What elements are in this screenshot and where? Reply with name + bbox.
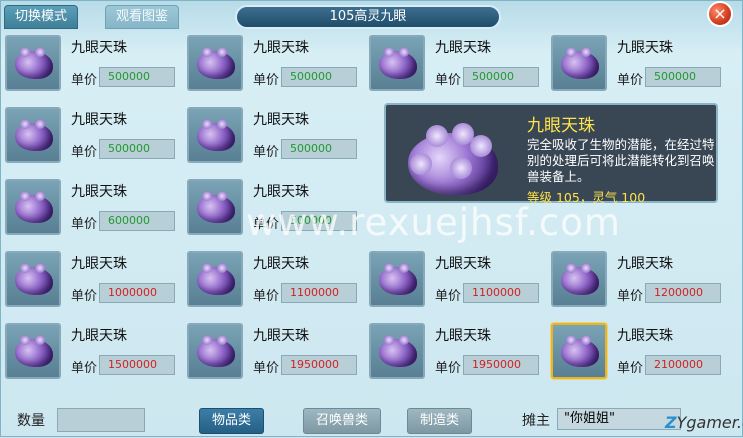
tooltip-description: 完全吸收了生物的潜能，在经过特别的处理后可将此潜能转化到召唤兽装备上。 [527, 137, 715, 184]
item-name: 九眼天珠 [253, 112, 309, 128]
nine-eye-bead-icon[interactable] [369, 251, 425, 307]
close-icon[interactable]: × [707, 1, 733, 27]
item-cell[interactable]: 九眼天珠单价 1950000 [369, 319, 545, 385]
item-tooltip: 九眼天珠 完全吸收了生物的潜能，在经过特别的处理后可将此潜能转化到召唤兽装备上。… [384, 103, 718, 205]
craft-category-button[interactable]: 制造类 [407, 408, 473, 434]
nine-eye-bead-icon[interactable] [5, 323, 61, 379]
price-label: 单价 [71, 73, 98, 88]
item-name: 九眼天珠 [435, 328, 491, 344]
items-category-button[interactable]: 物品类 [199, 408, 265, 434]
tab-switch-mode[interactable]: 切换模式 [4, 5, 79, 29]
price-label: 单价 [71, 217, 98, 232]
price-label: 单价 [253, 73, 280, 88]
stall-window: 切换模式 观看图鉴 105高灵九眼 × 九眼天珠 单价 500000 九眼天珠 单价 50… [0, 0, 743, 437]
tab-view-catalog[interactable]: 观看图鉴 [105, 5, 180, 29]
price-value: 1200000 [645, 283, 721, 303]
item-cell[interactable]: 九眼天珠单价 500000 [551, 31, 727, 97]
price-value: 1100000 [463, 283, 539, 303]
price-value: 500000 [463, 67, 539, 87]
price-label: 单价 [617, 289, 644, 304]
item-name: 九眼天珠 [617, 256, 673, 272]
item-cell[interactable]: 九眼天珠单价 1500000 [5, 319, 181, 385]
nine-eye-bead-icon[interactable] [5, 107, 61, 163]
tooltip-stats: 等级 105，灵气 100 [527, 190, 646, 205]
item-name: 九眼天珠 [435, 256, 491, 272]
price-value: 1950000 [281, 355, 357, 375]
price-value: 1500000 [99, 355, 175, 375]
seller-name-field: "你姐姐" [557, 408, 681, 430]
item-cell[interactable]: 九眼天珠单价 500000 [187, 103, 363, 169]
nine-eye-bead-icon[interactable] [369, 323, 425, 379]
price-label: 单价 [71, 145, 98, 160]
summon-category-button[interactable]: 召唤兽类 [303, 408, 382, 434]
watermark-text: www.rexuejhsf.com [246, 201, 621, 244]
price-value: 1000000 [99, 283, 175, 303]
logo-text: Ygamer.com [676, 413, 743, 432]
item-cell[interactable]: 九眼天珠单价 1100000 [187, 247, 363, 313]
nine-eye-bead-icon[interactable] [187, 35, 243, 91]
nine-eye-bead-icon[interactable] [369, 35, 425, 91]
logo-z: Z [665, 413, 677, 432]
nine-eye-bead-icon[interactable] [5, 179, 61, 235]
price-label: 单价 [71, 289, 98, 304]
price-label: 单价 [435, 73, 462, 88]
site-logo: ZYgamer.com [665, 413, 743, 432]
item-cell[interactable]: 九眼天珠单价 1950000 [187, 319, 363, 385]
item-cell[interactable]: 九眼天珠单价 600000 [5, 175, 181, 241]
nine-eye-bead-icon[interactable] [5, 251, 61, 307]
item-cell[interactable]: 九眼天珠单价 2100000 [551, 319, 727, 385]
nine-eye-bead-icon[interactable] [5, 35, 61, 91]
item-name: 九眼天珠 [253, 256, 309, 272]
quantity-input[interactable] [57, 408, 145, 432]
item-name: 九眼天珠 [435, 40, 491, 56]
nine-eye-bead-icon[interactable] [187, 179, 243, 235]
item-cell[interactable]: 九眼天珠单价 1200000 [551, 247, 727, 313]
price-label: 单价 [435, 361, 462, 376]
price-value: 500000 [99, 67, 175, 87]
quantity-label: 数量 [17, 413, 45, 429]
item-cell[interactable]: 九眼天珠单价 500000 [5, 103, 181, 169]
nine-eye-bead-icon[interactable] [551, 323, 607, 379]
item-name: 九眼天珠 [253, 184, 309, 200]
item-name: 九眼天珠 [617, 328, 673, 344]
window-title: 105高灵九眼 [235, 5, 501, 29]
item-name: 九眼天珠 [253, 328, 309, 344]
price-value: 500000 [99, 139, 175, 159]
item-name: 九眼天珠 [71, 328, 127, 344]
price-value: 1100000 [281, 283, 357, 303]
price-label: 单价 [71, 361, 98, 376]
price-label: 单价 [435, 289, 462, 304]
nine-eye-bead-large-icon [400, 123, 502, 201]
item-name: 九眼天珠 [71, 112, 127, 128]
bottom-bar: 数量 物品类 召唤兽类 制造类 摊主 "你姐姐" ZYgamer.com [1, 401, 743, 438]
price-label: 单价 [253, 289, 280, 304]
price-value: 2100000 [645, 355, 721, 375]
item-cell[interactable]: 九眼天珠单价 500000 [5, 31, 181, 97]
price-label: 单价 [253, 361, 280, 376]
price-value: 1950000 [463, 355, 539, 375]
nine-eye-bead-icon[interactable] [187, 107, 243, 163]
item-name: 九眼天珠 [71, 256, 127, 272]
price-label: 单价 [617, 73, 644, 88]
item-name: 九眼天珠 [253, 40, 309, 56]
item-cell[interactable]: 九眼天珠单价 500000 [187, 31, 363, 97]
nine-eye-bead-icon[interactable] [551, 251, 607, 307]
price-value: 500000 [281, 67, 357, 87]
item-cell[interactable]: 九眼天珠单价 1100000 [369, 247, 545, 313]
item-cell[interactable]: 九眼天珠单价 500000 [369, 31, 545, 97]
item-name: 九眼天珠 [71, 184, 127, 200]
seller-label: 摊主 [522, 413, 550, 429]
price-label: 单价 [617, 361, 644, 376]
price-value: 600000 [99, 211, 175, 231]
tooltip-title: 九眼天珠 [527, 116, 595, 136]
price-label: 单价 [253, 145, 280, 160]
item-name: 九眼天珠 [617, 40, 673, 56]
item-cell[interactable]: 九眼天珠单价 1000000 [5, 247, 181, 313]
nine-eye-bead-icon[interactable] [187, 323, 243, 379]
nine-eye-bead-icon[interactable] [551, 35, 607, 91]
price-value: 500000 [645, 67, 721, 87]
price-value: 500000 [281, 139, 357, 159]
nine-eye-bead-icon[interactable] [187, 251, 243, 307]
item-name: 九眼天珠 [71, 40, 127, 56]
